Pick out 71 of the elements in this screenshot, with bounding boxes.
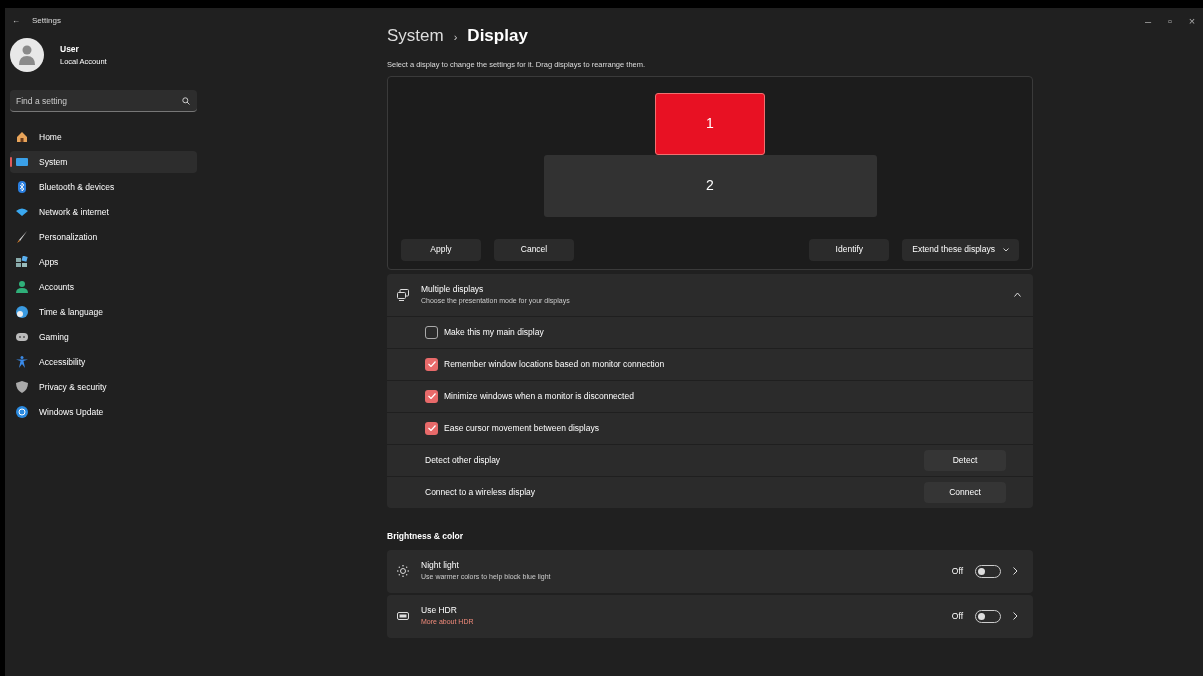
checkmark-icon (427, 425, 436, 432)
home-icon (16, 131, 28, 143)
selection-indicator (10, 157, 12, 167)
checkbox[interactable] (425, 325, 438, 339)
setting-label: Detect other display (425, 453, 501, 467)
action-button[interactable]: Identify (809, 238, 890, 261)
action-button[interactable]: Connect (924, 481, 1006, 503)
user-name: User (60, 43, 80, 56)
nav-item[interactable]: Apps (10, 251, 197, 273)
checkbox-label: Ease cursor movement between displays (444, 421, 599, 435)
nav-item[interactable]: Time & language (10, 301, 197, 323)
chevron-down-icon (1003, 247, 1009, 252)
nav-item[interactable]: Personalization (10, 226, 197, 248)
nav-item[interactable]: Windows Update (10, 401, 197, 423)
checkmark-icon (427, 393, 436, 400)
window-title: Settings (32, 15, 61, 27)
setting-title: Use HDR (421, 604, 458, 618)
section-heading: Brightness & color (387, 529, 465, 543)
checkbox[interactable] (425, 357, 438, 371)
wifi-icon (16, 206, 28, 218)
nav-item[interactable]: Bluetooth & devices (10, 176, 197, 198)
search-field[interactable]: Find a setting (10, 90, 197, 112)
back-button[interactable]: ← (12, 15, 20, 27)
action-button[interactable]: Apply (401, 238, 481, 261)
brush-icon (16, 231, 28, 243)
close-button[interactable]: × (1181, 8, 1203, 34)
person-icon (16, 281, 28, 293)
monitor-tile[interactable]: 1 (655, 92, 765, 155)
checkbox-label: Make this my main display (444, 325, 544, 339)
monitors-icon (397, 288, 409, 301)
setting-title: Night light (421, 559, 460, 573)
globe-clock-icon (16, 306, 28, 318)
sun-icon (397, 565, 409, 577)
toggle-state: Off (951, 564, 963, 578)
refresh-icon (16, 406, 28, 418)
checkbox[interactable] (425, 421, 438, 435)
nav-item[interactable]: Accounts (10, 276, 197, 298)
toggle-state: Off (951, 609, 963, 623)
display-mode-dropdown[interactable]: Extend these displays (902, 238, 1019, 261)
gamepad-icon (16, 331, 28, 343)
action-button[interactable]: Cancel (494, 238, 574, 261)
shield-icon (16, 381, 28, 393)
nav-item[interactable]: System (10, 151, 197, 173)
checkbox-label: Minimize windows when a monitor is disconnected (444, 389, 634, 403)
breadcrumb-item[interactable]: System (387, 23, 444, 49)
chevron-right-icon (1013, 567, 1018, 575)
minimize-button[interactable]: – (1137, 8, 1159, 34)
monitor-tile[interactable]: 2 (543, 154, 877, 217)
search-icon (182, 97, 190, 105)
nav-item[interactable]: Gaming (10, 326, 197, 348)
chevron-right-icon (1013, 612, 1018, 620)
checkbox-label: Remember window locations based on monitor connection (444, 357, 665, 371)
chevron-up-icon[interactable] (1014, 292, 1021, 298)
nav-item[interactable]: Privacy & security (10, 376, 197, 398)
person-icon (18, 45, 36, 65)
breadcrumb-item: Display (467, 25, 528, 47)
setting-label: Connect to a wireless display (425, 485, 536, 499)
checkbox[interactable] (425, 389, 438, 403)
hdr-icon (397, 610, 409, 622)
breadcrumb-separator: › (453, 30, 458, 45)
checkmark-icon (427, 361, 436, 368)
action-button[interactable]: Detect (924, 449, 1006, 471)
nav-item[interactable]: Network & internet (10, 201, 197, 223)
monitor-icon (16, 156, 28, 168)
apps-icon (16, 256, 28, 268)
nav-item[interactable]: Home (10, 126, 197, 148)
setting-title: Multiple displays (421, 283, 485, 296)
bluetooth-icon (16, 181, 28, 193)
restore-button[interactable]: ▫ (1159, 8, 1181, 34)
nav-item[interactable]: Accessibility (10, 351, 197, 373)
accessibility-icon (16, 356, 28, 368)
